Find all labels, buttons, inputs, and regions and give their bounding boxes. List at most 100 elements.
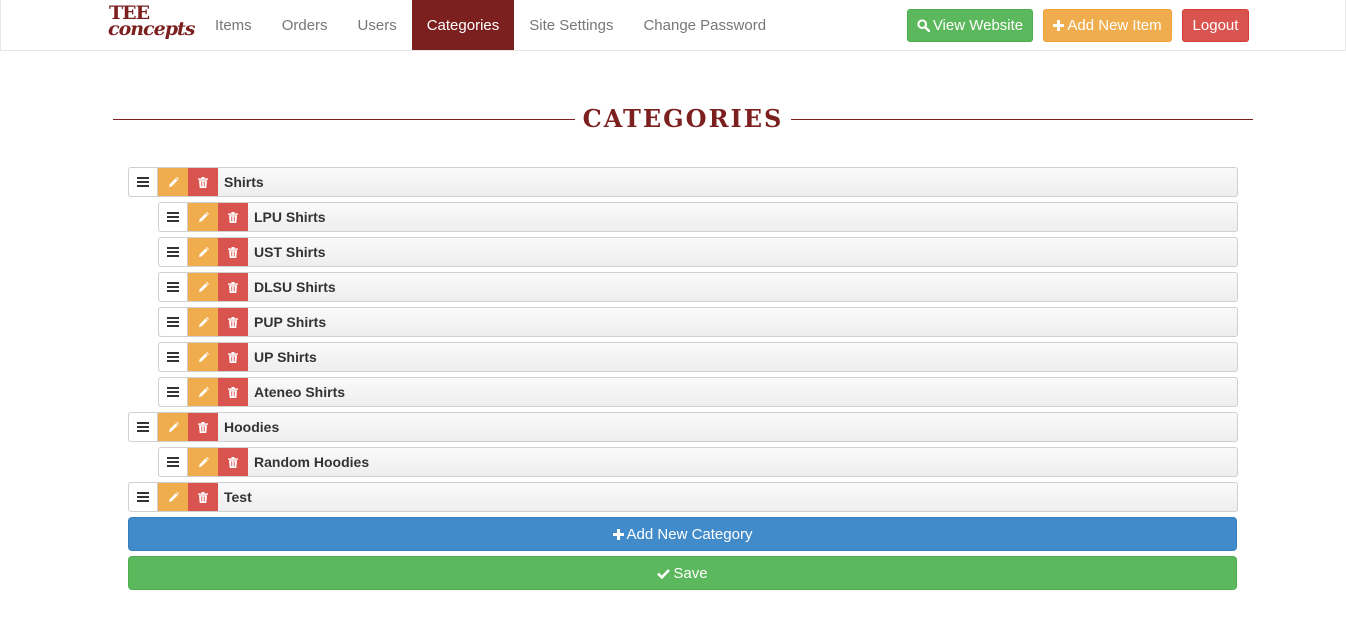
pencil-icon — [198, 281, 209, 293]
category-row[interactable]: UST Shirts — [158, 237, 1238, 267]
edit-category-button[interactable] — [158, 413, 188, 441]
category-label: Random Hoodies — [254, 454, 370, 470]
bars-icon — [137, 177, 149, 187]
drag-handle[interactable] — [129, 413, 158, 441]
delete-category-button[interactable] — [218, 343, 248, 371]
category-label: DLSU Shirts — [254, 279, 336, 295]
trash-icon — [198, 421, 208, 433]
category-row[interactable]: Test — [128, 482, 1238, 512]
category-label: LPU Shirts — [254, 209, 326, 225]
trash-icon — [228, 246, 238, 258]
category-row[interactable]: LPU Shirts — [158, 202, 1238, 232]
top-navbar: TEE concepts Items Orders Users Categori… — [0, 0, 1346, 51]
delete-category-button[interactable] — [218, 203, 248, 231]
category-row[interactable]: Shirts — [128, 167, 1238, 197]
nav-item-users[interactable]: Users — [343, 0, 412, 50]
pencil-icon — [168, 491, 179, 503]
bars-icon — [167, 247, 179, 257]
main-nav: Items Orders Users Categories Site Setti… — [200, 0, 781, 50]
add-new-item-label: Add New Item — [1067, 17, 1162, 34]
category-label: UST Shirts — [254, 244, 326, 260]
nav-item-site-settings[interactable]: Site Settings — [514, 0, 628, 50]
delete-category-button[interactable] — [218, 273, 248, 301]
bars-icon — [167, 457, 179, 467]
drag-handle[interactable] — [159, 378, 188, 406]
bars-icon — [167, 387, 179, 397]
bars-icon — [167, 352, 179, 362]
drag-handle[interactable] — [129, 168, 158, 196]
edit-category-button[interactable] — [158, 168, 188, 196]
title-divider-left — [113, 119, 575, 120]
search-icon — [917, 19, 930, 32]
category-label: PUP Shirts — [254, 314, 327, 330]
trash-icon — [228, 456, 238, 468]
add-new-item-button[interactable]: Add New Item — [1043, 9, 1172, 42]
category-label: Ateneo Shirts — [254, 384, 346, 400]
trash-icon — [228, 351, 238, 363]
trash-icon — [228, 316, 238, 328]
edit-category-button[interactable] — [188, 273, 218, 301]
delete-category-button[interactable] — [218, 378, 248, 406]
category-row[interactable]: Hoodies — [128, 412, 1238, 442]
delete-category-button[interactable] — [218, 238, 248, 266]
add-new-category-button[interactable]: Add New Category — [128, 517, 1237, 551]
logout-button[interactable]: Logout — [1182, 9, 1249, 42]
drag-handle[interactable] — [159, 238, 188, 266]
category-row[interactable]: Random Hoodies — [158, 447, 1238, 477]
view-website-button[interactable]: View Website — [907, 9, 1033, 42]
category-row[interactable]: Ateneo Shirts — [158, 377, 1238, 407]
bars-icon — [167, 212, 179, 222]
category-row[interactable]: UP Shirts — [158, 342, 1238, 372]
category-row[interactable]: PUP Shirts — [158, 307, 1238, 337]
delete-category-button[interactable] — [218, 308, 248, 336]
pencil-icon — [168, 176, 179, 188]
drag-handle[interactable] — [159, 203, 188, 231]
nav-item-orders[interactable]: Orders — [267, 0, 343, 50]
edit-category-button[interactable] — [188, 238, 218, 266]
delete-category-button[interactable] — [188, 413, 218, 441]
save-label: Save — [673, 564, 708, 582]
bars-icon — [137, 422, 149, 432]
pencil-icon — [198, 456, 209, 468]
view-website-label: View Website — [932, 17, 1024, 34]
trash-icon — [228, 281, 238, 293]
category-label: Shirts — [224, 174, 264, 190]
edit-category-button[interactable] — [188, 308, 218, 336]
pencil-icon — [198, 316, 209, 328]
edit-category-button[interactable] — [188, 378, 218, 406]
drag-handle[interactable] — [159, 308, 188, 336]
drag-handle[interactable] — [159, 448, 188, 476]
nav-item-categories[interactable]: Categories — [411, 0, 515, 50]
edit-category-button[interactable] — [158, 483, 188, 511]
delete-category-button[interactable] — [188, 483, 218, 511]
edit-category-button[interactable] — [188, 203, 218, 231]
logout-label: Logout — [1192, 17, 1239, 34]
brand-logo[interactable]: TEE concepts — [108, 3, 195, 47]
save-button[interactable]: Save — [128, 556, 1237, 590]
trash-icon — [228, 211, 238, 223]
drag-handle[interactable] — [159, 343, 188, 371]
drag-handle[interactable] — [129, 483, 158, 511]
drag-handle[interactable] — [159, 273, 188, 301]
add-new-category-label: Add New Category — [626, 525, 753, 543]
edit-category-button[interactable] — [188, 343, 218, 371]
nav-item-change-password[interactable]: Change Password — [628, 0, 781, 50]
category-label: UP Shirts — [254, 349, 317, 365]
bars-icon — [137, 492, 149, 502]
pencil-icon — [198, 246, 209, 258]
check-icon — [657, 568, 671, 579]
plus-icon — [612, 528, 624, 540]
delete-category-button[interactable] — [218, 448, 248, 476]
pencil-icon — [198, 211, 209, 223]
plus-icon — [1053, 20, 1065, 31]
bars-icon — [167, 317, 179, 327]
pencil-icon — [198, 351, 209, 363]
brand-logo-line2: concepts — [108, 18, 195, 40]
nav-item-items[interactable]: Items — [200, 0, 267, 50]
page-title: CATEGORIES — [582, 104, 784, 133]
edit-category-button[interactable] — [188, 448, 218, 476]
trash-icon — [198, 176, 208, 188]
category-row[interactable]: DLSU Shirts — [158, 272, 1238, 302]
pencil-icon — [198, 386, 209, 398]
delete-category-button[interactable] — [188, 168, 218, 196]
